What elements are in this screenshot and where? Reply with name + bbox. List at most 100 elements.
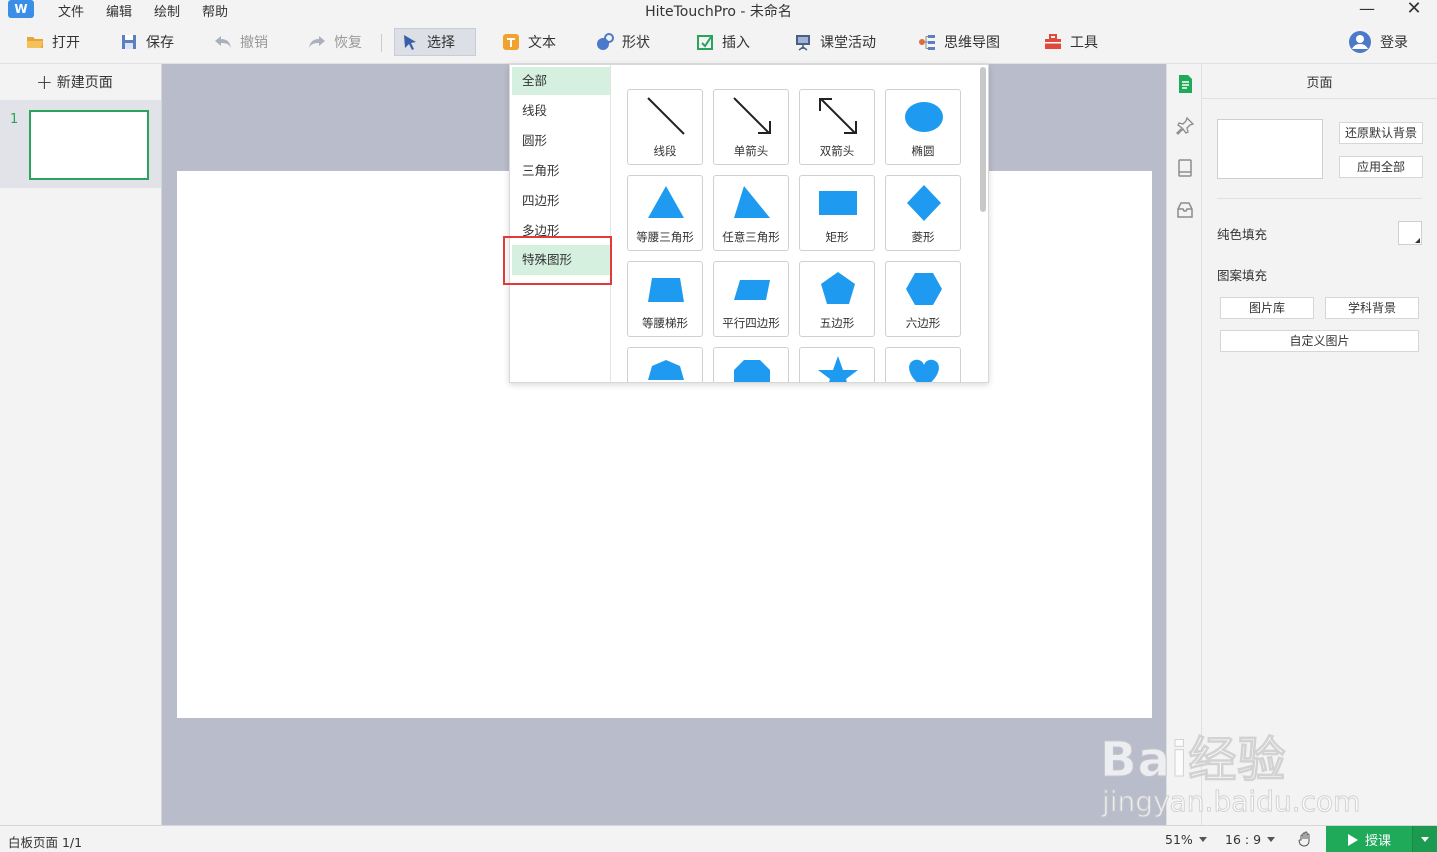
double-arrow-icon <box>819 98 857 134</box>
aspect-ratio-dropdown[interactable]: 16 : 9 <box>1225 832 1276 847</box>
pin-icon[interactable] <box>1175 116 1195 136</box>
image-library-button[interactable]: 图片库 <box>1220 297 1314 319</box>
side-icon-strip <box>1166 64 1202 825</box>
shape-tile-any-triangle[interactable]: 任意三角形 <box>713 175 789 251</box>
shape-label: 双箭头 <box>819 144 855 158</box>
undo-label: 撤销 <box>240 35 268 51</box>
shape-label: 六边形 <box>905 316 941 330</box>
category-line[interactable]: 线段 <box>512 97 610 125</box>
mindmap-button[interactable]: 思维导图 <box>912 28 1006 56</box>
redo-icon <box>309 36 325 48</box>
shape-label: 椭圆 <box>911 144 935 158</box>
category-circle[interactable]: 圆形 <box>512 127 610 155</box>
status-bar: 白板页面 1/1 51% 16 : 9 授课 <box>0 825 1437 852</box>
close-button[interactable]: ✕ <box>1399 0 1429 20</box>
zoom-dropdown[interactable]: 51% <box>1165 832 1207 847</box>
shape-tile-isosceles-trapezoid[interactable]: 等腰梯形 <box>627 261 703 337</box>
category-quadrilateral[interactable]: 四边形 <box>512 187 610 215</box>
custom-image-button[interactable]: 自定义图片 <box>1220 330 1419 352</box>
shape-label: 平行四边形 <box>722 316 780 330</box>
category-all[interactable]: 全部 <box>512 67 610 95</box>
redo-button[interactable]: 恢复 <box>302 28 368 56</box>
hand-icon[interactable] <box>1298 831 1314 847</box>
insert-button[interactable]: 插入 <box>690 28 756 56</box>
shape-icon <box>597 33 614 50</box>
menu-edit[interactable]: 编辑 <box>106 1 132 20</box>
text-button[interactable]: 文本 <box>496 28 562 56</box>
cursor-icon <box>404 35 416 50</box>
select-label: 选择 <box>427 35 455 51</box>
octagon-icon <box>734 360 770 382</box>
shape-label: 菱形 <box>911 230 935 244</box>
highlight-annotation-box <box>503 236 612 285</box>
save-button[interactable]: 保存 <box>114 28 180 56</box>
app-logo-icon[interactable]: W <box>8 0 34 18</box>
title-bar: W 文件 编辑 绘制 帮助 HiteTouchPro - 未命名 — ✕ <box>0 0 1437 20</box>
book-icon[interactable] <box>1175 158 1195 178</box>
shape-tile-octagon[interactable] <box>713 347 789 382</box>
shape-tile-isosceles-triangle[interactable]: 等腰三角形 <box>627 175 703 251</box>
shape-panel-scrollbar[interactable] <box>980 67 986 212</box>
shape-tile-line[interactable]: 线段 <box>627 89 703 165</box>
shape-dropdown: 全部 线段 圆形 三角形 四边形 多边形 特殊图形 线段 单箭头 双箭头 椭圆 … <box>509 64 989 383</box>
page-thumbnail[interactable] <box>29 110 149 180</box>
page-settings-icon[interactable] <box>1175 74 1195 94</box>
heptagon-icon <box>648 360 684 380</box>
shape-label: 任意三角形 <box>722 230 780 244</box>
user-avatar-icon <box>1349 31 1371 53</box>
pages-panel: + 新建页面 1 <box>0 64 162 825</box>
login-button[interactable]: 登录 <box>1342 28 1414 56</box>
minimize-button[interactable]: — <box>1352 0 1382 20</box>
ratio-value: 16 : 9 <box>1225 832 1262 847</box>
shape-tile-hexagon[interactable]: 六边形 <box>885 261 961 337</box>
shape-tile-ellipse[interactable]: 椭圆 <box>885 89 961 165</box>
folder-icon <box>27 37 43 48</box>
panel-title: 页面 <box>1306 76 1333 91</box>
shape-label: 形状 <box>622 35 650 51</box>
shape-tile-heart[interactable] <box>885 347 961 382</box>
panel-divider <box>1217 198 1422 199</box>
pentagon-icon <box>821 272 855 304</box>
shape-tile-double-arrow[interactable]: 双箭头 <box>799 89 875 165</box>
subject-background-button[interactable]: 学科背景 <box>1325 297 1419 319</box>
lesson-options-dropdown[interactable] <box>1412 826 1437 852</box>
ellipse-icon <box>905 102 943 132</box>
class-activity-button[interactable]: 课堂活动 <box>788 28 882 56</box>
menu-help[interactable]: 帮助 <box>202 1 228 20</box>
toolbox-icon <box>1045 34 1061 49</box>
apply-all-button[interactable]: 应用全部 <box>1339 156 1423 178</box>
pattern-fill-label: 图案填充 <box>1217 268 1268 283</box>
shape-tile-single-arrow[interactable]: 单箭头 <box>713 89 789 165</box>
start-lesson-button[interactable]: 授课 <box>1326 826 1412 852</box>
hexagon-icon <box>906 273 942 305</box>
fill-color-picker[interactable] <box>1398 221 1422 245</box>
save-label: 保存 <box>146 35 174 51</box>
menu-draw[interactable]: 绘制 <box>154 1 180 20</box>
undo-icon <box>215 36 231 48</box>
undo-button[interactable]: 撤销 <box>208 28 274 56</box>
select-button[interactable]: 选择 <box>394 28 476 56</box>
main-toolbar: 打开 保存 撤销 恢复 选择 文本 形状 插入 课堂活动 思维导图 工具 登录 <box>0 20 1437 64</box>
shape-tile-heptagon[interactable] <box>627 347 703 382</box>
category-triangle[interactable]: 三角形 <box>512 157 610 185</box>
tools-button[interactable]: 工具 <box>1038 28 1104 56</box>
save-icon <box>122 35 136 49</box>
mindmap-label: 思维导图 <box>944 35 1000 51</box>
menu-file[interactable]: 文件 <box>58 1 84 20</box>
open-button[interactable]: 打开 <box>20 28 86 56</box>
page-list-item[interactable]: 1 <box>0 100 161 188</box>
star-icon <box>818 356 858 382</box>
new-page-button[interactable]: + 新建页面 <box>36 72 113 92</box>
archive-icon[interactable] <box>1175 200 1195 220</box>
shape-tile-rhombus[interactable]: 菱形 <box>885 175 961 251</box>
chevron-down-icon <box>1267 837 1276 842</box>
shape-button[interactable]: 形状 <box>590 28 656 56</box>
parallelogram-icon <box>734 280 770 300</box>
shape-tile-rectangle[interactable]: 矩形 <box>799 175 875 251</box>
text-icon <box>503 34 519 50</box>
reset-background-button[interactable]: 还原默认背景 <box>1339 122 1423 144</box>
shape-label: 单箭头 <box>733 144 769 158</box>
shape-tile-pentagon[interactable]: 五边形 <box>799 261 875 337</box>
shape-tile-parallelogram[interactable]: 平行四边形 <box>713 261 789 337</box>
shape-tile-star[interactable] <box>799 347 875 382</box>
